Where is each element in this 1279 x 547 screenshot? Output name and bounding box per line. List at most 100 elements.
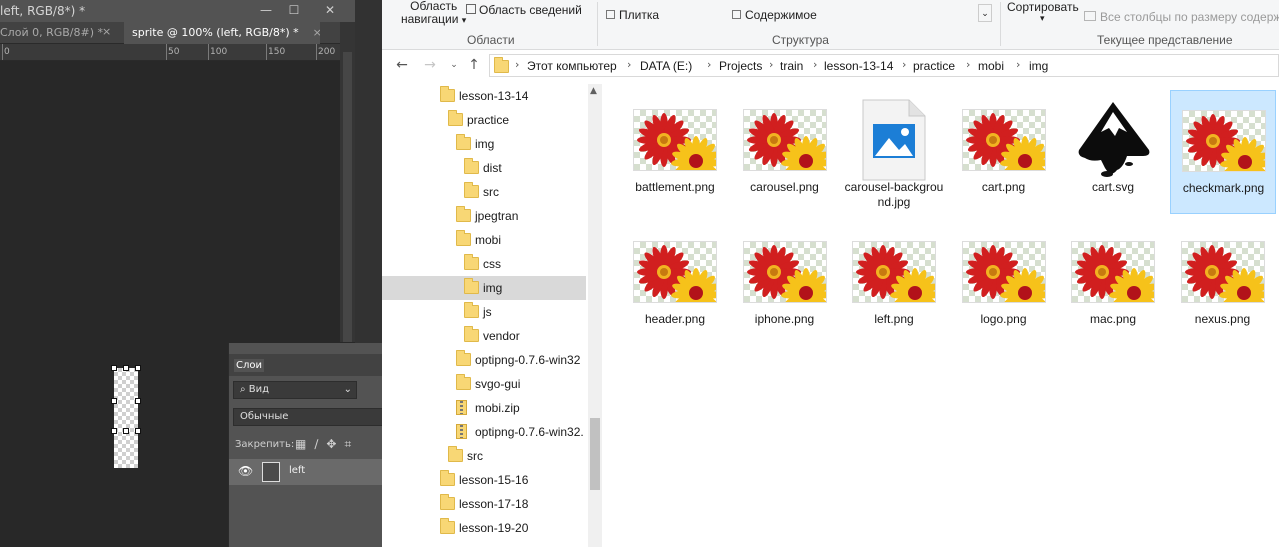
tree-item[interactable]: src	[382, 180, 586, 204]
tree-item[interactable]: lesson-19-20	[382, 516, 586, 540]
eye-icon[interactable]: 👁	[238, 464, 253, 478]
back-arrow-icon[interactable]: ←	[392, 56, 412, 74]
lock-artboard-icon[interactable]: ⌗	[344, 437, 359, 451]
breadcrumb-item[interactable]: img	[1029, 59, 1048, 73]
content-button[interactable]: Содержимое	[732, 8, 817, 22]
ps-tab-label: sprite @ 100% (left, RGB/8*) *	[132, 26, 299, 39]
tree-item[interactable]: lesson-13-14	[382, 84, 586, 108]
file-item[interactable]: battlement.png	[622, 90, 728, 214]
chevron-right-icon[interactable]: ›	[769, 58, 773, 71]
ps-tab-sprite[interactable]: sprite @ 100% (left, RGB/8*) * ×	[124, 22, 320, 44]
details-pane-button[interactable]: Область сведений	[466, 3, 582, 17]
transform-handle[interactable]	[135, 428, 141, 434]
breadcrumb-item[interactable]: train	[780, 59, 803, 73]
sprite-artboard[interactable]	[114, 368, 138, 468]
lock-move-icon[interactable]: ✥	[326, 437, 344, 451]
transform-handle[interactable]	[111, 365, 117, 371]
file-item[interactable]: carousel.png	[732, 90, 838, 214]
tree-item[interactable]: optipng-0.7.6-win32.	[382, 420, 586, 444]
tree-item[interactable]: img	[382, 276, 586, 300]
lock-icons[interactable]: ▦∕✥⌗	[295, 437, 359, 452]
chevron-right-icon[interactable]: ›	[902, 58, 906, 71]
file-item[interactable]: iphone.png	[732, 222, 838, 346]
tree-item[interactable]: lesson-17-18	[382, 492, 586, 516]
transform-handle[interactable]	[111, 398, 117, 404]
tree-item[interactable]: jpegtran	[382, 204, 586, 228]
scroll-thumb[interactable]	[343, 52, 352, 342]
tree-item[interactable]: svgo-gui	[382, 372, 586, 396]
folder-icon	[464, 278, 479, 294]
ps-tab-layer0[interactable]: Слой 0, RGB/8#) *	[0, 22, 116, 44]
ps-vertical-scrollbar[interactable]	[340, 22, 355, 342]
breadcrumb-item[interactable]: DATA (E:)	[640, 59, 692, 73]
breadcrumb-item[interactable]: Этот компьютер	[527, 59, 617, 73]
folder-icon	[464, 158, 479, 174]
image-thumbnail	[852, 241, 936, 303]
tree-item[interactable]: lesson-15-16	[382, 468, 586, 492]
file-item[interactable]: left.png	[841, 222, 947, 346]
file-item[interactable]: mac.png	[1060, 222, 1166, 346]
chevron-right-icon[interactable]: ›	[707, 58, 711, 71]
tree-item[interactable]: dist	[382, 156, 586, 180]
chevron-right-icon[interactable]: ›	[515, 58, 519, 71]
tree-item[interactable]: optipng-0.7.6-win32	[382, 348, 586, 372]
forward-arrow-icon[interactable]: →	[420, 56, 440, 74]
fit-columns-button[interactable]: Все столбцы по размеру содерж	[1084, 10, 1279, 24]
breadcrumb-item[interactable]: Projects	[719, 59, 762, 73]
chevron-right-icon[interactable]: ›	[627, 58, 631, 71]
layers-tab[interactable]: Слои	[229, 354, 383, 376]
breadcrumb-item[interactable]: mobi	[978, 59, 1004, 73]
scroll-up-icon[interactable]: ▲	[590, 86, 597, 96]
breadcrumb-item[interactable]: lesson-13-14	[824, 59, 893, 73]
address-bar[interactable]: › Этот компьютер › DATA (E:) › Projects …	[489, 54, 1279, 77]
close-tab-icon[interactable]: ×	[313, 26, 320, 39]
file-item[interactable]: logo.png	[951, 222, 1057, 346]
transform-handle[interactable]	[123, 365, 129, 371]
chevron-right-icon[interactable]: ›	[1016, 58, 1020, 71]
tree-item[interactable]: src	[382, 444, 586, 468]
scroll-thumb[interactable]	[590, 418, 600, 490]
file-item[interactable]: carousel-background.jpg	[841, 90, 947, 214]
sort-button[interactable]: Сортировать ▾	[1007, 0, 1079, 23]
minimize-icon[interactable]: —	[254, 1, 278, 19]
close-tab-icon[interactable]: ×	[102, 25, 111, 38]
tree-scrollbar[interactable]: ▲	[588, 84, 602, 547]
layer-row[interactable]: 👁 left	[229, 459, 383, 485]
chevron-right-icon[interactable]: ›	[966, 58, 970, 71]
breadcrumb-item[interactable]: practice	[913, 59, 955, 73]
folder-icon	[440, 86, 455, 102]
blend-mode-select[interactable]: Обычные	[233, 408, 383, 426]
chevron-right-icon[interactable]: ›	[813, 58, 817, 71]
recent-locations-icon[interactable]: ⌄	[444, 56, 464, 74]
transform-handle[interactable]	[123, 428, 129, 434]
tree-item[interactable]: img	[382, 132, 586, 156]
tree-item[interactable]: mobi.zip	[382, 396, 586, 420]
lock-transparent-icon[interactable]: ▦	[295, 437, 314, 451]
ps-document-tabs: Слой 0, RGB/8#) * sprite @ 100% (left, R…	[0, 22, 340, 44]
transform-handle[interactable]	[135, 398, 141, 404]
file-item[interactable]: nexus.png	[1170, 222, 1276, 346]
transform-handle[interactable]	[111, 428, 117, 434]
tree-item[interactable]: vendor	[382, 324, 586, 348]
tree-item[interactable]: mobi	[382, 228, 586, 252]
folder-icon	[494, 57, 509, 73]
layout-more-button[interactable]: ⌄	[978, 4, 992, 22]
maximize-icon[interactable]: ☐	[282, 1, 306, 19]
up-arrow-icon[interactable]: ↑	[464, 56, 484, 74]
transform-handle[interactable]	[135, 365, 141, 371]
file-item[interactable]: header.png	[622, 222, 728, 346]
file-item[interactable]: cart.png	[951, 90, 1057, 214]
lock-paint-icon[interactable]: ∕	[314, 437, 326, 451]
layer-filter-select[interactable]: ⌕ Вид ⌄	[233, 381, 357, 399]
file-name: nexus.png	[1194, 312, 1251, 326]
close-icon[interactable]: ✕	[318, 1, 342, 19]
tree-item[interactable]: css	[382, 252, 586, 276]
tree-item[interactable]: practice	[382, 108, 586, 132]
nav-pane-button[interactable]: Область навигации ▾	[401, 0, 466, 27]
file-name: cart.png	[981, 180, 1026, 194]
ruler-tick-line	[316, 44, 317, 60]
tree-item[interactable]: js	[382, 300, 586, 324]
tiles-button[interactable]: Плитка	[606, 8, 659, 22]
file-item[interactable]: checkmark.png	[1169, 90, 1276, 214]
file-item[interactable]: cart.svg	[1060, 90, 1166, 214]
